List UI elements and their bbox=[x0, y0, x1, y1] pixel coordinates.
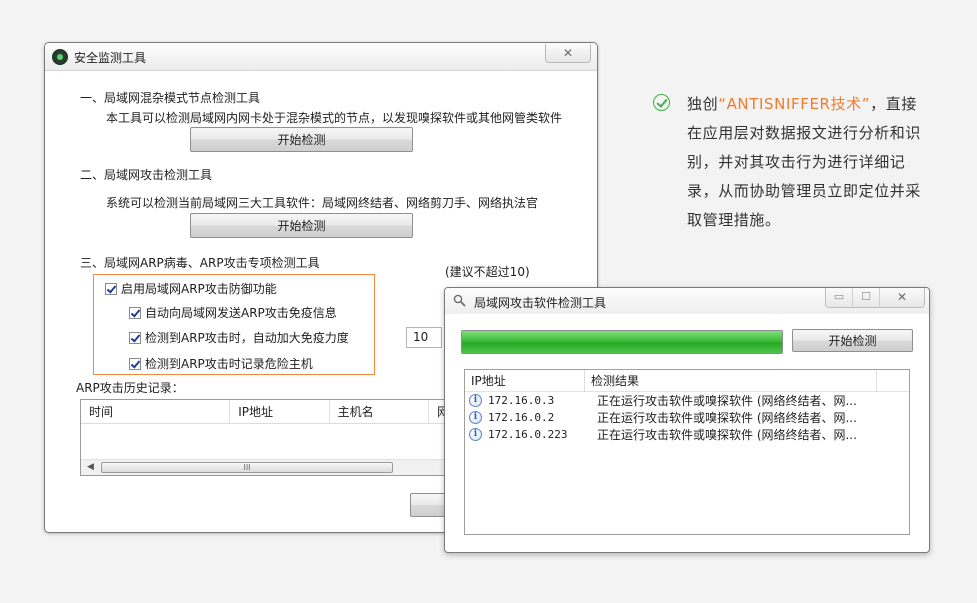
progress-fill bbox=[462, 331, 782, 353]
horizontal-scrollbar[interactable]: ◀ III bbox=[81, 459, 459, 475]
enable-arp-defense-checkbox[interactable] bbox=[105, 282, 117, 295]
immunity-level-input[interactable]: 10 bbox=[406, 327, 442, 348]
result-value: 正在运行攻击软件或嗅探软件 (网络终结者、网... bbox=[597, 428, 857, 442]
log-danger-host-checkbox[interactable] bbox=[129, 357, 141, 370]
ip-cell: i 172.16.0.3 bbox=[465, 394, 591, 407]
detect-close-button[interactable]: ✕ bbox=[880, 288, 924, 307]
enable-arp-defense-row[interactable]: 启用局域网ARP攻击防御功能 bbox=[105, 280, 277, 297]
col-detect-result[interactable]: 检测结果 bbox=[585, 370, 877, 392]
start-detect-button[interactable]: 开始检测 bbox=[792, 329, 913, 352]
increase-immunity-label: 检测到ARP攻击时，自动加大免疫力度 bbox=[145, 331, 349, 345]
section3-title: 三、局域网ARP病毒、ARP攻击专项检测工具 bbox=[80, 256, 320, 270]
detection-result-table[interactable]: IP地址 检测结果 i 172.16.0.3 正在运行攻击软件或嗅探软件 (网络终结… bbox=[464, 369, 910, 535]
auto-send-immunity-row[interactable]: 自动向局域网发送ARP攻击免疫信息 bbox=[129, 304, 337, 321]
col-ip[interactable]: IP地址 bbox=[230, 400, 330, 424]
feature-highlight: “ANTISNIFFER技术” bbox=[718, 95, 871, 113]
ip-value: 172.16.0.2 bbox=[488, 411, 555, 424]
minimize-button[interactable]: ▭ bbox=[826, 288, 853, 307]
history-label: ARP攻击历史记录： bbox=[76, 381, 184, 395]
increase-immunity-row[interactable]: 检测到ARP攻击时，自动加大免疫力度 bbox=[129, 329, 349, 346]
result-rows: i 172.16.0.3 正在运行攻击软件或嗅探软件 (网络终结者、网... i 172… bbox=[465, 392, 909, 443]
ip-cell: i 172.16.0.223 bbox=[465, 428, 591, 441]
result-value: 正在运行攻击软件或嗅探软件 (网络终结者、网... bbox=[597, 411, 857, 425]
result-table-header: IP地址 检测结果 bbox=[465, 370, 909, 392]
promiscuous-detect-button[interactable]: 开始检测 bbox=[190, 127, 413, 152]
feature-prefix: 独创 bbox=[687, 95, 719, 113]
col-time[interactable]: 时间 bbox=[81, 400, 231, 424]
increase-immunity-checkbox[interactable] bbox=[129, 331, 141, 344]
section1-desc: 本工具可以检测局域网内网卡处于混杂模式的节点，以发现嗅探软件或其他网管类软件 bbox=[106, 111, 563, 125]
enable-arp-defense-label: 启用局域网ARP攻击防御功能 bbox=[121, 282, 277, 296]
close-button[interactable]: ✕ bbox=[545, 44, 591, 63]
app-icon bbox=[52, 49, 68, 65]
result-row[interactable]: i 172.16.0.223 正在运行攻击软件或嗅探软件 (网络终结者、网... bbox=[465, 426, 909, 443]
section2-title: 二、局域网攻击检测工具 bbox=[80, 168, 213, 182]
history-table[interactable]: 时间 IP地址 主机名 网 ◀ III bbox=[80, 399, 460, 476]
result-row[interactable]: i 172.16.0.2 正在运行攻击软件或嗅探软件 (网络终结者、网... bbox=[465, 409, 909, 426]
result-row[interactable]: i 172.16.0.3 正在运行攻击软件或嗅探软件 (网络终结者、网... bbox=[465, 392, 909, 409]
scroll-left-icon[interactable]: ◀ bbox=[87, 462, 94, 472]
ip-value: 172.16.0.3 bbox=[488, 394, 555, 407]
info-icon: i bbox=[469, 411, 482, 424]
feature-body: ，直接在应用层对数据报文进行分析和识别，并对其攻击行为进行详细记录，从而协助管理… bbox=[687, 95, 922, 229]
window-title: 安全监测工具 bbox=[74, 51, 147, 65]
info-icon: i bbox=[469, 394, 482, 407]
col-ip-address[interactable]: IP地址 bbox=[465, 370, 585, 392]
scroll-thumb[interactable]: III bbox=[101, 462, 393, 473]
history-table-header: 时间 IP地址 主机名 网 bbox=[81, 400, 459, 424]
attack-detect-button[interactable]: 开始检测 bbox=[190, 213, 413, 238]
magnifier-icon bbox=[453, 294, 466, 307]
auto-send-immunity-label: 自动向局域网发送ARP攻击免疫信息 bbox=[145, 306, 337, 320]
immunity-hint: (建议不超过10) bbox=[445, 265, 530, 279]
log-danger-host-label: 检测到ARP攻击时记录危险主机 bbox=[145, 357, 313, 371]
ip-cell: i 172.16.0.2 bbox=[465, 411, 591, 424]
check-circle-icon bbox=[653, 94, 670, 111]
title-bar[interactable]: 安全监测工具 ✕ bbox=[45, 43, 597, 71]
detection-progress-bar bbox=[461, 330, 783, 354]
auto-send-immunity-checkbox[interactable] bbox=[129, 306, 141, 319]
col-hostname[interactable]: 主机名 bbox=[330, 400, 430, 424]
section1-title: 一、局域网混杂模式节点检测工具 bbox=[80, 91, 261, 105]
feature-description: 独创“ANTISNIFFER技术”，直接在应用层对数据报文进行分析和识别，并对其… bbox=[687, 90, 932, 235]
log-danger-host-row[interactable]: 检测到ARP攻击时记录危险主机 bbox=[129, 355, 313, 372]
maximize-button[interactable]: ☐ bbox=[853, 288, 880, 307]
result-value: 正在运行攻击软件或嗅探软件 (网络终结者、网... bbox=[597, 394, 857, 408]
detect-window-title: 局域网攻击软件检测工具 bbox=[474, 296, 607, 310]
detect-title-bar[interactable]: 局域网攻击软件检测工具 ▭ ☐ ✕ bbox=[445, 288, 929, 314]
window-controls: ▭ ☐ ✕ bbox=[825, 288, 925, 308]
info-icon: i bbox=[469, 428, 482, 441]
section2-desc: 系统可以检测当前局域网三大工具软件：局域网终结者、网络剪刀手、网络执法官 bbox=[106, 196, 539, 210]
attack-detection-window: 局域网攻击软件检测工具 ▭ ☐ ✕ 开始检测 IP地址 检测结果 i 172.16… bbox=[444, 287, 930, 553]
ip-value: 172.16.0.223 bbox=[488, 428, 568, 441]
